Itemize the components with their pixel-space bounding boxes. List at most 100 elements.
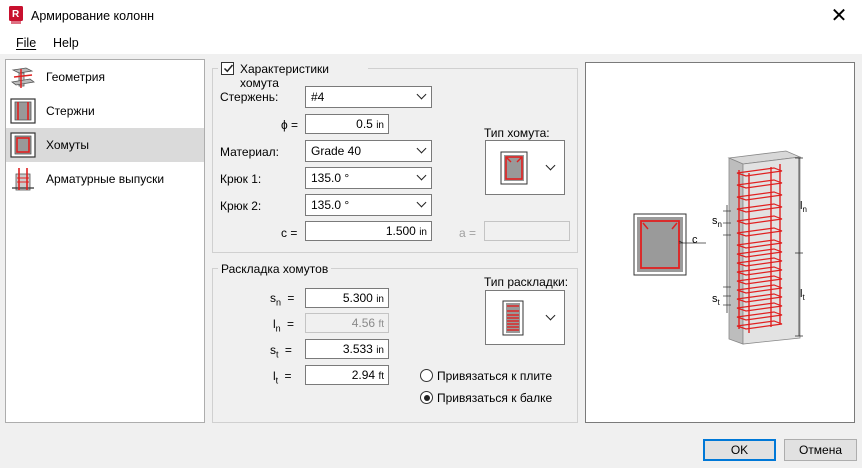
lt-label-sub: t xyxy=(275,375,279,386)
ok-button[interactable]: OK xyxy=(703,439,776,461)
tie-properties-legend: Характеристики хомута xyxy=(218,61,368,90)
snap-beam-label: Привязаться к балке xyxy=(437,391,553,405)
preview-lt-label: lt xyxy=(800,288,805,302)
tie-properties-checkbox[interactable] xyxy=(221,62,234,75)
bars-icon xyxy=(10,98,36,124)
preview-st-label: st xyxy=(712,293,720,307)
hook1-select[interactable]: 135.0 ° xyxy=(305,167,432,189)
preview-pane: c sn ln st lt xyxy=(585,62,855,423)
c-field[interactable]: 1.500 in xyxy=(305,221,432,241)
sn-eq: = xyxy=(287,291,295,305)
close-icon[interactable]: ✕ xyxy=(826,3,852,27)
preview-sn-label: sn xyxy=(712,215,722,229)
lt-field[interactable]: 2.94 ft xyxy=(305,365,389,385)
tie-type-label: Тип хомута: xyxy=(484,126,550,140)
ln-unit: ft xyxy=(378,319,384,330)
sn-value: 5.300 xyxy=(342,291,373,305)
chevron-down-icon xyxy=(416,170,427,181)
nav-label: Хомуты xyxy=(46,138,90,152)
layout-type-picker[interactable] xyxy=(485,290,565,345)
preview-ln-sub: n xyxy=(802,205,807,215)
menu-file[interactable]: File xyxy=(16,36,36,50)
geometry-icon xyxy=(11,67,35,88)
c-label: c = xyxy=(281,226,298,240)
preview-st-sub: t xyxy=(717,298,720,308)
ties-icon xyxy=(10,132,36,158)
material-label: Материал: xyxy=(220,145,279,159)
window-title: Армирование колонн xyxy=(31,9,155,23)
c-value: 1.500 xyxy=(385,224,416,238)
phi-label: ϕ = xyxy=(281,118,299,132)
svg-text:R: R xyxy=(12,9,20,20)
st-eq: = xyxy=(284,343,292,357)
snap-slab-radio[interactable] xyxy=(420,369,433,382)
ln-eq: = xyxy=(287,317,295,331)
lt-eq: = xyxy=(284,369,292,383)
a-label: a = xyxy=(459,226,477,240)
nav-item-bars[interactable]: Стержни xyxy=(6,94,204,128)
preview-sn-sub: n xyxy=(717,220,722,230)
sn-label-sub: n xyxy=(276,297,282,308)
check-icon xyxy=(223,64,234,73)
st-label-sub: t xyxy=(276,349,279,360)
ln-value: 4.56 xyxy=(351,316,376,330)
bar-value: #4 xyxy=(311,90,325,104)
nav-item-dowels[interactable]: Арматурные выпуски xyxy=(6,162,204,196)
ln-label-sub: n xyxy=(275,323,281,334)
layout-shape-icon xyxy=(502,300,524,336)
a-field[interactable] xyxy=(484,221,570,241)
tie-shape-icon xyxy=(500,151,528,185)
nav-label: Стержни xyxy=(46,104,95,118)
phi-unit: in xyxy=(376,120,384,131)
dowels-icon xyxy=(12,168,34,191)
nav-label: Арматурные выпуски xyxy=(46,172,165,186)
st-value: 3.533 xyxy=(342,342,373,356)
lt-value: 2.94 xyxy=(351,368,376,382)
st-field[interactable]: 3.533 in xyxy=(305,339,389,359)
st-label: st = xyxy=(270,343,292,359)
chevron-down-icon xyxy=(545,310,556,321)
material-value: Grade 40 xyxy=(311,144,362,158)
nav-item-geometry[interactable]: Геометрия xyxy=(6,60,204,94)
st-unit: in xyxy=(376,345,384,356)
chevron-down-icon xyxy=(416,197,427,208)
lt-unit: ft xyxy=(378,371,384,382)
bar-select[interactable]: #4 xyxy=(305,86,432,108)
nav-label: Геометрия xyxy=(46,70,105,84)
menu-help[interactable]: Help xyxy=(53,36,79,50)
preview-ln-label: ln xyxy=(800,200,807,214)
snap-slab-label: Привязаться к плите xyxy=(437,369,553,383)
hook2-label: Крюк 2: xyxy=(220,199,262,213)
title-bar: R Армирование колонн ✕ xyxy=(0,0,862,32)
snap-beam-radio[interactable] xyxy=(420,391,433,404)
preview-c-label: c xyxy=(692,234,698,246)
sn-unit: in xyxy=(376,294,384,305)
sn-label: sn = xyxy=(270,291,294,307)
nav-item-ties[interactable]: Хомуты xyxy=(6,128,204,162)
ln-label: ln = xyxy=(273,317,294,333)
hook1-label: Крюк 1: xyxy=(220,172,262,186)
column-preview-drawing xyxy=(633,150,803,345)
chevron-down-icon xyxy=(545,160,556,171)
hook2-value: 135.0 ° xyxy=(311,198,350,212)
layout-type-label: Тип раскладки: xyxy=(484,275,569,289)
phi-value: 0.5 xyxy=(356,117,373,131)
ln-field[interactable]: 4.56 ft xyxy=(305,313,389,333)
category-list: Геометрия Стержни Хомуты Арматурные выпу… xyxy=(5,59,205,423)
app-icon: R xyxy=(9,6,23,24)
phi-field[interactable]: 0.5 in xyxy=(305,114,389,134)
tie-type-picker[interactable] xyxy=(485,140,565,195)
chevron-down-icon xyxy=(416,143,427,154)
hook1-value: 135.0 ° xyxy=(311,171,350,185)
menu-bar: File Help xyxy=(0,32,862,54)
sn-field[interactable]: 5.300 in xyxy=(305,288,389,308)
hook2-select[interactable]: 135.0 ° xyxy=(305,194,432,216)
material-select[interactable]: Grade 40 xyxy=(305,140,432,162)
tie-layout-legend: Раскладка хомутов xyxy=(218,262,332,276)
c-unit: in xyxy=(419,227,427,238)
chevron-down-icon xyxy=(416,89,427,100)
lt-label: lt = xyxy=(273,369,292,385)
preview-lt-sub: t xyxy=(802,293,805,303)
cancel-button[interactable]: Отмена xyxy=(784,439,857,461)
bar-label: Стержень: xyxy=(220,90,279,104)
